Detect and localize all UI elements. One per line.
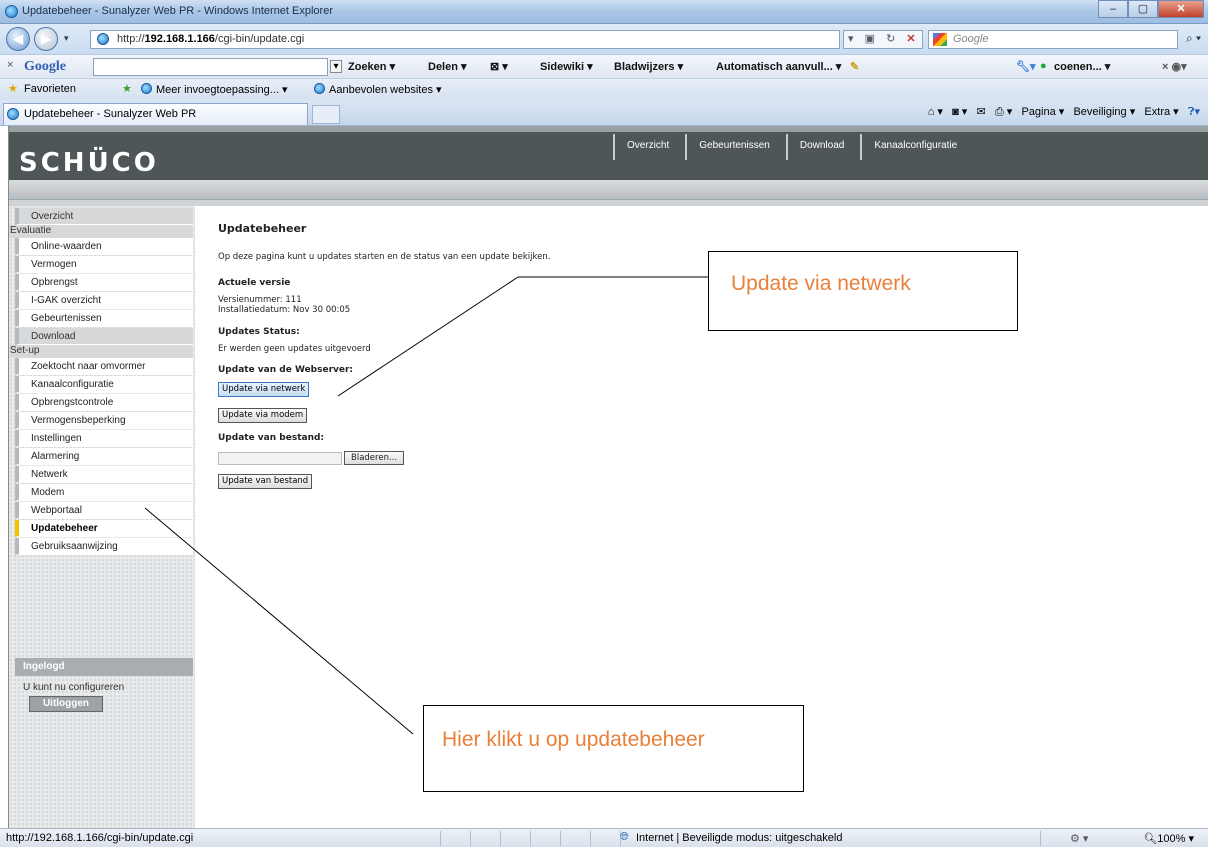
status-bar: http://192.168.1.166/cgi-bin/update.cgi …	[0, 828, 1208, 847]
status-url: http://192.168.1.166/cgi-bin/update.cgi	[6, 832, 194, 844]
protected-mode-icon[interactable]: ⚙ ▾	[1070, 832, 1088, 845]
status-zone: Internet | Beveiligde modus: uitgeschake…	[636, 832, 843, 844]
callout-update-via-netwerk: Update via netwerk	[708, 251, 1018, 331]
callout-line-sidebar	[144, 507, 414, 735]
callout-line-network	[337, 276, 519, 397]
zoom-level[interactable]: 🔍︎100% ▾	[1143, 832, 1194, 845]
zoom-value: 100%	[1157, 833, 1186, 845]
callout-hier-klikt: Hier klikt u op updatebeheer	[423, 705, 804, 792]
internet-zone-icon: 🌐︎	[620, 831, 629, 843]
